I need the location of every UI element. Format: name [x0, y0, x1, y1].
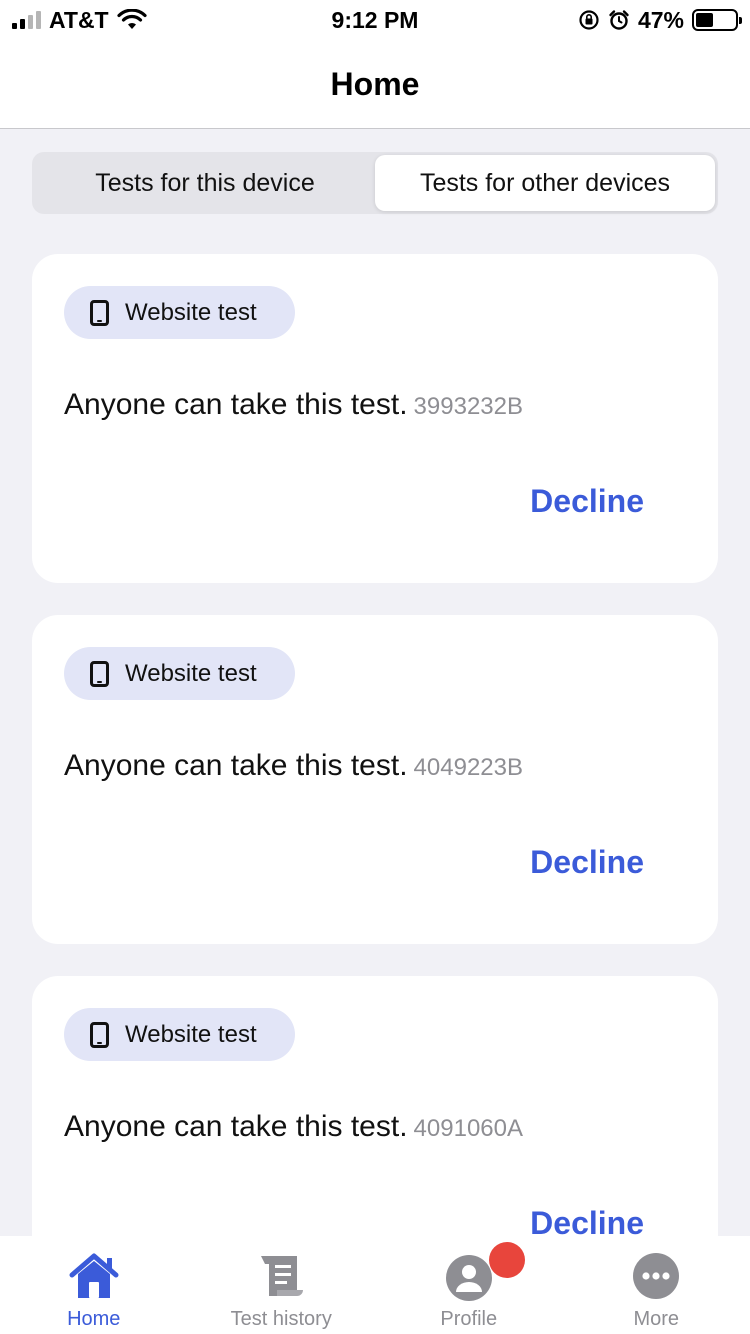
test-type-tag: Website test	[64, 647, 295, 700]
scroll-icon	[261, 1256, 304, 1296]
tab-test-history-label: Test history	[230, 1308, 332, 1330]
tab-more[interactable]: More	[563, 1236, 750, 1334]
test-type-label: Website test	[125, 1020, 257, 1048]
test-description: Anyone can take this test. 4049223B	[64, 749, 523, 783]
test-list: Website test Anyone can take this test. 3…	[32, 254, 718, 1334]
status-left: AT&T	[12, 7, 147, 34]
tab-tests-this-device[interactable]: Tests for this device	[35, 155, 375, 211]
nav-bar: Home	[0, 40, 750, 129]
phone-icon	[90, 299, 109, 326]
test-code: 4049223B	[413, 754, 523, 781]
decline-button[interactable]: Decline	[530, 483, 644, 520]
phone-icon	[90, 660, 109, 687]
battery-percent: 47%	[637, 6, 684, 33]
wifi-icon	[117, 9, 147, 29]
test-code: 3993232B	[413, 393, 523, 420]
phone-icon	[90, 1021, 109, 1048]
notification-badge	[489, 1242, 525, 1278]
decline-button[interactable]: Decline	[530, 844, 644, 881]
orientation-lock-icon	[579, 10, 599, 30]
test-type-label: Website test	[125, 659, 257, 687]
tab-more-label: More	[633, 1308, 680, 1330]
test-code: 4091060A	[413, 1115, 523, 1142]
test-card[interactable]: Website test Anyone can take this test. 3…	[32, 254, 718, 583]
battery-icon	[692, 9, 742, 31]
test-type-tag: Website test	[64, 1008, 295, 1061]
cellular-signal-icon	[12, 11, 41, 29]
test-card[interactable]: Website test Anyone can take this test. 4…	[32, 615, 718, 944]
tab-test-history[interactable]: Test history	[188, 1236, 376, 1334]
tab-home[interactable]: Home	[0, 1236, 188, 1334]
test-description-text: Anyone can take this test.	[64, 749, 408, 782]
page-title: Home	[330, 65, 420, 102]
status-right: 47%	[578, 6, 742, 34]
alarm-icon	[609, 10, 629, 30]
tab-bar: Home Test history Profile More	[0, 1236, 750, 1334]
test-description: Anyone can take this test. 3993232B	[64, 388, 523, 422]
tab-tests-other-devices[interactable]: Tests for other devices	[375, 155, 715, 211]
tab-profile[interactable]: Profile	[375, 1236, 563, 1334]
test-type-tag: Website test	[64, 286, 295, 339]
test-description: Anyone can take this test. 4091060A	[64, 1110, 523, 1144]
test-description-text: Anyone can take this test.	[64, 1110, 408, 1143]
tab-home-label: Home	[67, 1308, 121, 1330]
test-description-text: Anyone can take this test.	[64, 388, 408, 421]
test-type-label: Website test	[125, 298, 257, 326]
home-icon	[69, 1253, 119, 1298]
carrier-label: AT&T	[49, 6, 109, 33]
tab-profile-label: Profile	[440, 1308, 498, 1330]
status-bar: AT&T 9:12 PM 47%	[0, 0, 750, 40]
segmented-control: Tests for this device Tests for other de…	[32, 152, 718, 214]
more-icon	[633, 1253, 680, 1299]
